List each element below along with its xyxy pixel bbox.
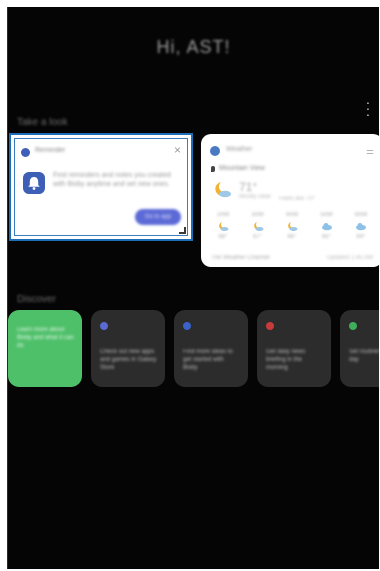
moon-cloud-icon bbox=[219, 222, 229, 231]
reminder-description: Find reminders and notes you created wit… bbox=[53, 172, 171, 188]
bixby-home-screen: Hi, AST! Take a look · · · Reminder × Find… bbox=[7, 7, 379, 569]
discover-card-text: Learn more about Bixby and what it can d… bbox=[17, 327, 74, 349]
location-pin-icon bbox=[211, 166, 215, 172]
resize-handle-icon[interactable] bbox=[179, 227, 186, 234]
card-menu-icon[interactable]: ⚌ bbox=[366, 146, 374, 157]
weather-description: Mostly clear bbox=[239, 194, 272, 200]
moon-cloud-icon bbox=[288, 222, 298, 231]
section-label-take-a-look: Take a look bbox=[17, 117, 68, 128]
forecast-item: 3AM 67° bbox=[244, 212, 272, 248]
feels-like: Feels like 70° bbox=[279, 196, 316, 202]
weather-provider: The Weather Channel bbox=[211, 255, 270, 261]
app-icon bbox=[183, 322, 191, 330]
forecast-item: 2AM 68° bbox=[209, 212, 237, 248]
weather-card[interactable]: Weather ⚌ Mountain View 71° Mostly clear… bbox=[201, 134, 379, 267]
reminder-app-name: Reminder bbox=[35, 147, 66, 154]
weather-app-name: Weather bbox=[226, 146, 253, 153]
section-label-discover: Discover bbox=[17, 294, 56, 305]
discover-card[interactable]: Find more ideas to get started with Bixb… bbox=[174, 310, 248, 387]
discover-card[interactable]: Get daily news briefing in the morning bbox=[257, 310, 331, 387]
moon-cloud-icon bbox=[215, 182, 231, 198]
app-icon bbox=[349, 322, 357, 330]
forecast-temp: 66° bbox=[287, 234, 297, 240]
forecast-time: 5AM bbox=[320, 212, 333, 218]
forecast-time: 4AM bbox=[285, 212, 299, 218]
discover-card-text: Check out new apps and games in Galaxy S… bbox=[100, 349, 157, 371]
forecast-item: 5AM 65° bbox=[313, 212, 341, 248]
forecast-time: 3AM bbox=[251, 212, 264, 218]
discover-card-text: Find more ideas to get started with Bixb… bbox=[183, 349, 233, 371]
cloud-icon bbox=[321, 223, 332, 231]
go-to-app-button[interactable]: Go to app bbox=[135, 209, 181, 225]
forecast-item: 6AM 64° bbox=[347, 212, 375, 248]
discover-card-text: Set routines for your day bbox=[349, 349, 379, 363]
forecast-temp: 68° bbox=[218, 234, 228, 240]
discover-cards: Learn more about Bixby and what it can d… bbox=[8, 310, 379, 387]
more-options-icon[interactable]: · · · bbox=[365, 95, 371, 121]
current-temperature: 71° bbox=[239, 180, 258, 194]
discover-card-text: Get daily news briefing in the morning bbox=[266, 349, 306, 371]
discover-card[interactable]: Learn more about Bixby and what it can d… bbox=[8, 310, 82, 387]
moon-cloud-icon bbox=[253, 222, 263, 231]
forecast-temp: 65° bbox=[321, 234, 332, 240]
forecast-time: 6AM bbox=[354, 212, 368, 218]
hourly-forecast: 2AM 68° 3AM 67° 4AM 66° 5AM 65° 6AM 64° bbox=[209, 212, 375, 248]
weather-app-icon bbox=[210, 146, 220, 156]
forecast-temp: 67° bbox=[252, 234, 263, 240]
greeting-title: Hi, AST! bbox=[156, 37, 231, 57]
cloud-icon bbox=[356, 223, 366, 231]
weather-location: Mountain View bbox=[219, 165, 265, 172]
forecast-time: 2AM bbox=[216, 212, 230, 218]
reminder-card[interactable]: Reminder × Find reminders and notes you … bbox=[9, 133, 193, 241]
bell-icon bbox=[23, 172, 45, 194]
forecast-item: 4AM 66° bbox=[278, 212, 306, 248]
discover-card[interactable]: Set routines for your day bbox=[340, 310, 379, 387]
app-icon bbox=[266, 322, 274, 330]
app-icon bbox=[100, 322, 108, 330]
forecast-temp: 64° bbox=[356, 234, 366, 240]
weather-updated-time: Updated 1:45 AM bbox=[326, 255, 373, 261]
reminder-app-icon bbox=[21, 148, 30, 157]
close-icon[interactable]: × bbox=[174, 143, 181, 157]
discover-card[interactable]: Check out new apps and games in Galaxy S… bbox=[91, 310, 165, 387]
